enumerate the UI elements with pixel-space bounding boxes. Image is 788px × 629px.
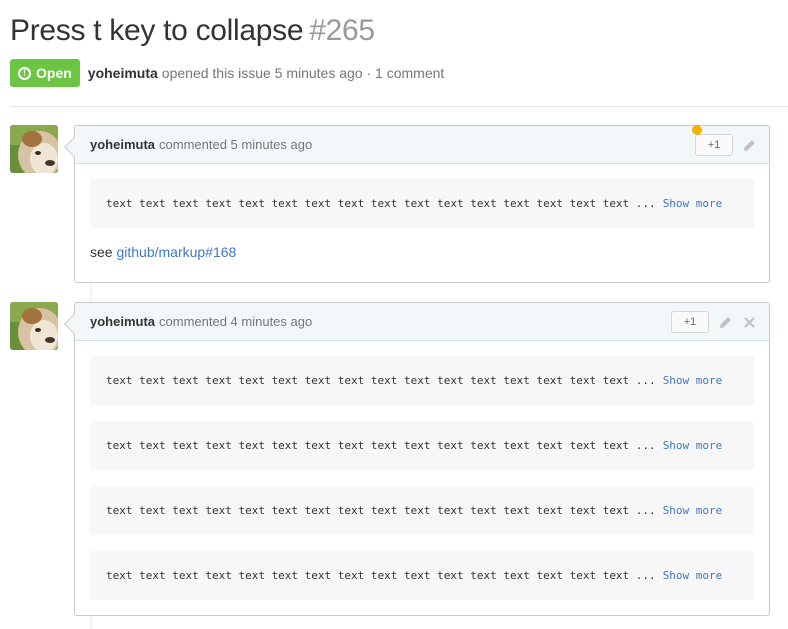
avatar-image (10, 302, 58, 350)
issue-meta-text: opened this issue 5 minutes ago · 1 comm… (161, 65, 445, 81)
avatar[interactable] (10, 302, 58, 350)
notification-dot (692, 125, 702, 135)
code-block: text text text text text text text text … (90, 486, 754, 535)
comment-actions: +1 (695, 134, 757, 156)
code-block: text text text text text text text text … (90, 421, 754, 470)
reference-link[interactable]: github/markup#168 (116, 244, 236, 260)
code-block: text text text text text text text text … (90, 356, 754, 405)
show-more-link[interactable]: Show more (663, 504, 723, 517)
code-text: text text text text text text text text … (106, 504, 656, 517)
comment-text: see github/markup#168 (90, 244, 754, 272)
comment-card: yoheimuta commented 4 minutes ago +1 tex… (64, 302, 770, 616)
comment-header: yoheimuta commented 4 minutes ago +1 (75, 303, 769, 341)
pencil-icon[interactable] (717, 314, 733, 330)
code-text: text text text text text text text text … (106, 197, 656, 210)
show-more-link[interactable]: Show more (663, 374, 723, 387)
comment-time[interactable]: commented 4 minutes ago (159, 314, 312, 329)
issue-title: Press t key to collapse #265 (10, 14, 375, 48)
header-divider (10, 106, 788, 107)
code-text: text text text text text text text text … (106, 569, 656, 582)
status-label: Open (36, 65, 72, 81)
issue-meta: ! Open yoheimuta opened this issue 5 min… (10, 59, 444, 87)
issue-title-text: Press t key to collapse (10, 14, 304, 47)
close-icon[interactable] (741, 314, 757, 330)
comment-header: yoheimuta commented 5 minutes ago +1 (75, 126, 769, 164)
comment-body: text text text text text text text text … (75, 341, 769, 600)
code-block: text text text text text text text text … (90, 179, 754, 228)
show-more-link[interactable]: Show more (663, 569, 723, 582)
comment-author[interactable]: yoheimuta (90, 137, 155, 152)
plus-one-button[interactable]: +1 (695, 134, 733, 156)
comment-author[interactable]: yoheimuta (90, 314, 155, 329)
issue-author-link[interactable]: yoheimuta (88, 65, 158, 81)
avatar-image (10, 125, 58, 173)
comment-actions: +1 (671, 311, 757, 333)
code-text: text text text text text text text text … (106, 439, 656, 452)
code-block: text text text text text text text text … (90, 551, 754, 600)
comment-time[interactable]: commented 5 minutes ago (159, 137, 312, 152)
status-badge: ! Open (10, 59, 80, 87)
alert-icon: ! (18, 66, 31, 80)
pencil-icon[interactable] (741, 137, 757, 153)
show-more-link[interactable]: Show more (663, 197, 723, 210)
code-text: text text text text text text text text … (106, 374, 656, 387)
avatar[interactable] (10, 125, 58, 173)
issue-number: #265 (309, 14, 375, 47)
show-more-link[interactable]: Show more (663, 439, 723, 452)
comment-body: text text text text text text text text … (75, 164, 769, 272)
plus-one-button[interactable]: +1 (671, 311, 709, 333)
see-label: see (90, 244, 113, 260)
comment-card: yoheimuta commented 5 minutes ago +1 tex… (64, 125, 770, 283)
